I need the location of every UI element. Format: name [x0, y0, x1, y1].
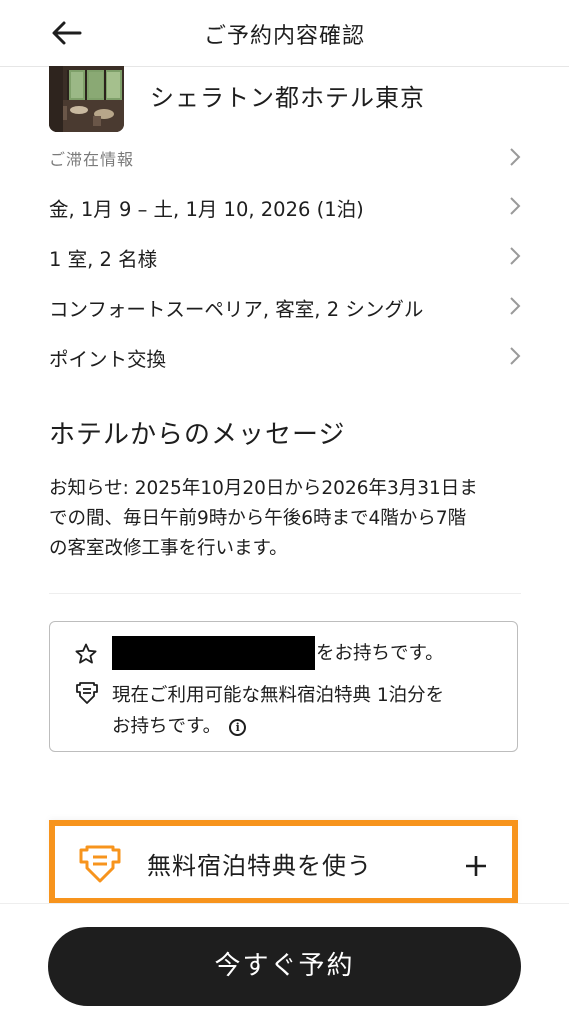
row-room-type[interactable]: コンフォートスーペリア, 客室, 2 シングル — [49, 283, 521, 329]
chevron-right-icon — [510, 247, 521, 265]
benefit-line: お持ちです。 i — [112, 711, 512, 742]
info-icon[interactable]: i — [229, 718, 247, 736]
hotel-name: シェラトン都ホテル東京 — [150, 84, 425, 112]
chevron-right-icon — [510, 197, 521, 215]
message-line: の客室改修工事を行います。 — [49, 538, 288, 559]
divider — [49, 593, 521, 594]
star-icon — [75, 643, 97, 664]
certificate-icon — [79, 845, 121, 883]
use-free-night-certificate-button[interactable]: 無料宿泊特典を使う — [49, 820, 518, 904]
chevron-right-icon — [510, 148, 521, 166]
row-dates[interactable]: 金, 1月 9 – 土, 1月 10, 2026 (1泊) — [49, 183, 521, 229]
owned-text: をお持ちです。 — [316, 643, 444, 664]
row-label: ポイント交換 — [49, 348, 167, 371]
row-label: 1 室, 2 名様 — [49, 248, 158, 271]
page-title: ご予約内容確認 — [203, 24, 365, 49]
benefit-line: 現在ご利用可能な無料宿泊特典 1泊分を — [112, 685, 445, 706]
chevron-right-icon — [510, 347, 521, 365]
row-label: 金, 1月 9 – 土, 1月 10, 2026 (1泊) — [49, 198, 364, 221]
hotel-image — [49, 66, 124, 132]
header: ご予約内容確認 — [0, 0, 569, 67]
hotel-message-heading: ホテルからのメッセージ — [49, 420, 346, 450]
row-stay-info[interactable]: ご滞在情報 — [49, 134, 521, 180]
row-label: コンフォートスーペリア, 客室, 2 シングル — [49, 298, 424, 321]
chevron-right-icon — [510, 297, 521, 315]
row-label: ご滞在情報 — [49, 150, 135, 169]
message-line: お知らせ: 2025年10月20日から2026年3月31日ま — [49, 478, 478, 499]
certificate-icon — [76, 682, 98, 704]
book-now-button[interactable]: 今すぐ予約 — [48, 927, 521, 1006]
redacted-membership-level — [112, 636, 315, 670]
plus-icon — [466, 856, 486, 876]
benefit-line-text: お持ちです。 — [112, 716, 222, 737]
certificate-button-label: 無料宿泊特典を使う — [147, 852, 372, 880]
hotel-message-body: お知らせ: 2025年10月20日から2026年3月31日ま での間、毎日午前9… — [49, 474, 524, 564]
bottom-action-bar: 今すぐ予約 — [0, 903, 569, 1025]
membership-info-box: をお持ちです。 現在ご利用可能な無料宿泊特典 1泊分を お持ちです。 i — [49, 621, 518, 752]
benefit-text: 現在ご利用可能な無料宿泊特典 1泊分を お持ちです。 i — [112, 680, 512, 742]
row-rooms-guests[interactable]: 1 室, 2 名様 — [49, 233, 521, 279]
message-line: での間、毎日午前9時から午後6時まで4階から7階 — [49, 508, 467, 529]
row-points-redemption[interactable]: ポイント交換 — [49, 333, 521, 379]
